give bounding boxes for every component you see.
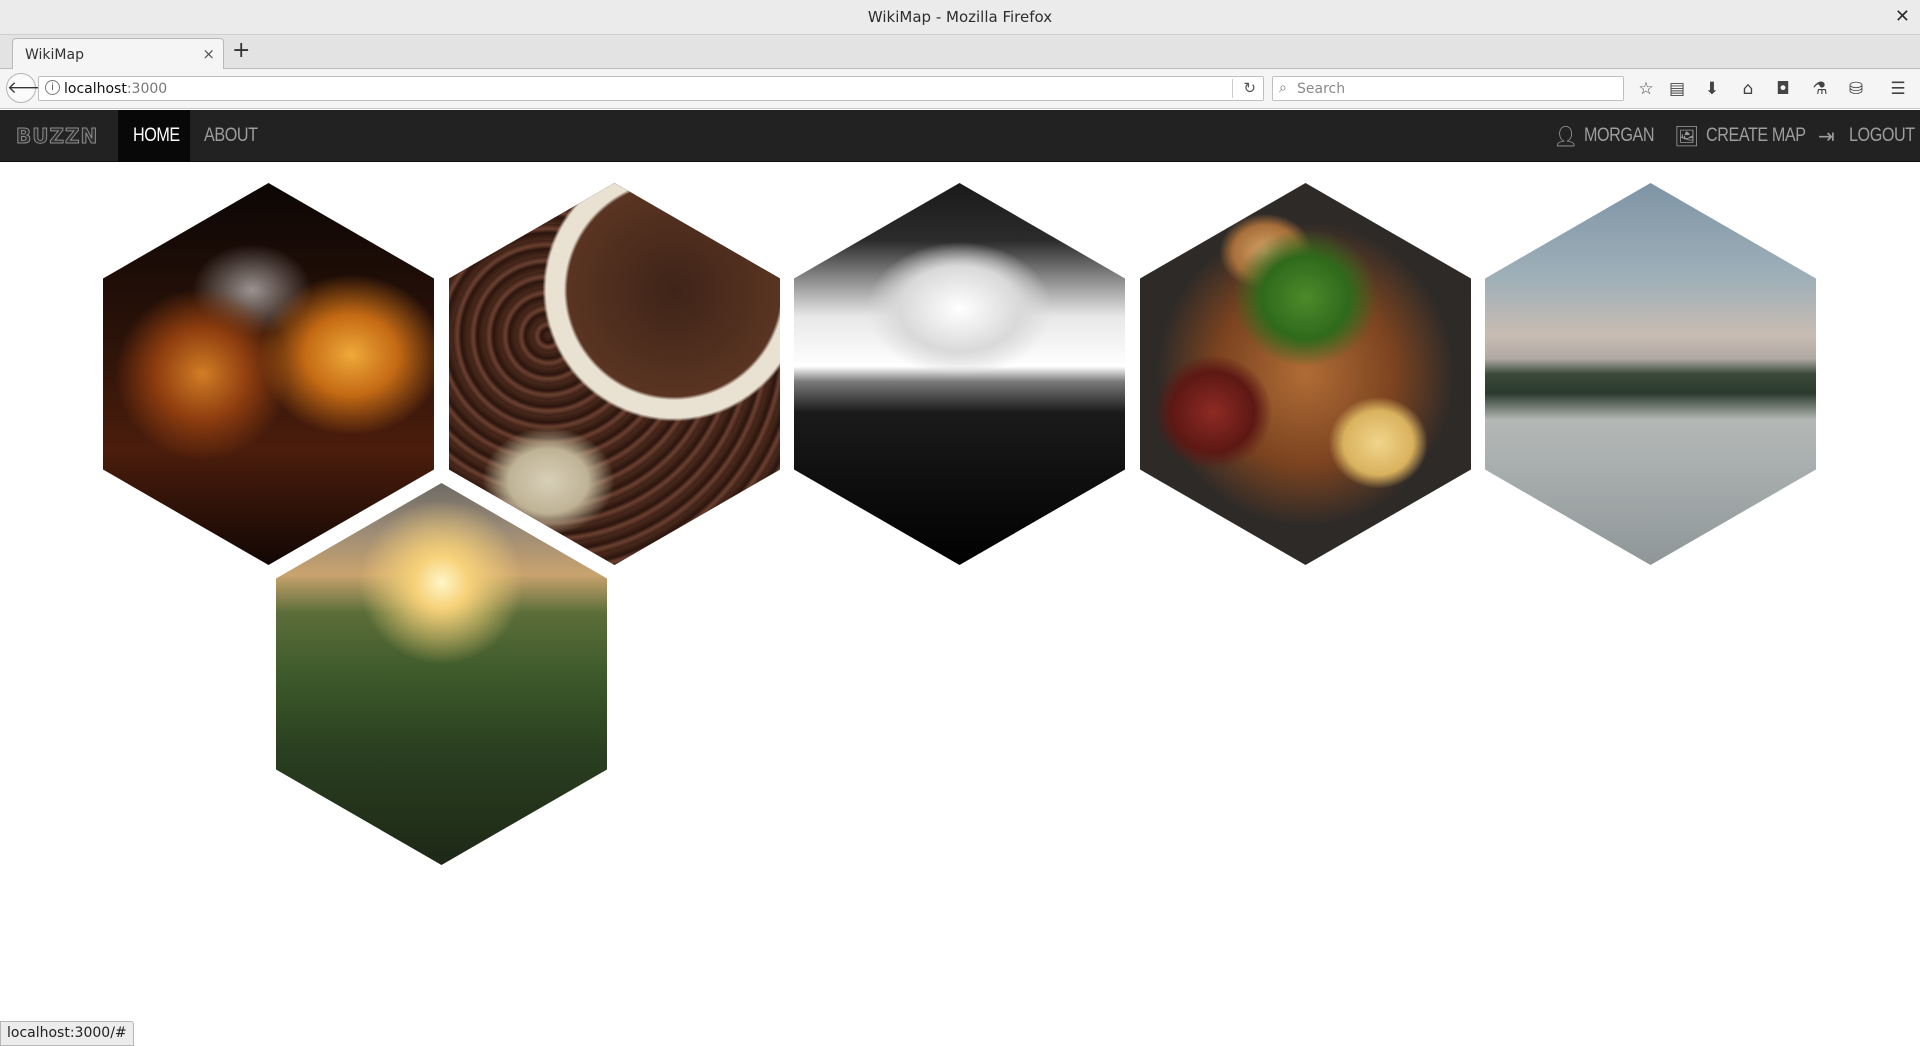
nav-home-link[interactable]: HOME xyxy=(133,125,180,147)
map-tile-beer[interactable] xyxy=(103,183,434,565)
url-text: localhost:3000 xyxy=(64,81,167,97)
new-tab-button[interactable]: + xyxy=(232,40,250,62)
url-separator xyxy=(1232,79,1233,98)
home-icon[interactable]: ⌂ xyxy=(1736,78,1760,100)
window-title: WikiMap - Mozilla Firefox xyxy=(867,8,1053,26)
sync-icon[interactable]: ⛁ xyxy=(1844,78,1868,100)
back-button[interactable]: 🡐 xyxy=(6,73,53,103)
extension-icon[interactable]: ⚗ xyxy=(1808,78,1832,100)
url-port: :3000 xyxy=(126,81,168,97)
search-bar[interactable]: ⌕ xyxy=(1272,76,1624,101)
nav-about-link[interactable]: ABOUT xyxy=(204,125,258,147)
address-bar[interactable]: i localhost:3000 ↻ xyxy=(38,76,1264,101)
nav-logout-link[interactable]: LOGOUT xyxy=(1849,125,1915,147)
tab-wikimap[interactable]: WikiMap × xyxy=(12,38,224,70)
status-bar-url: localhost:3000/# xyxy=(0,1021,134,1046)
logout-icon: ⇥ xyxy=(1818,124,1835,148)
tab-label: WikiMap xyxy=(25,47,84,63)
user-icon: 👤︎ xyxy=(1553,124,1579,148)
bookmark-star-icon[interactable]: ☆ xyxy=(1634,78,1658,100)
window-close-icon[interactable]: ✕ xyxy=(1895,6,1910,27)
map-tile-coffee[interactable] xyxy=(449,183,780,565)
map-tile-lake[interactable] xyxy=(1485,183,1816,565)
url-host: localhost xyxy=(64,81,127,97)
tab-strip: WikiMap × + xyxy=(0,35,1920,70)
image-icon: 🖼︎ xyxy=(1674,124,1700,148)
reload-icon[interactable]: ↻ xyxy=(1243,79,1256,97)
download-icon[interactable]: ⬇ xyxy=(1700,78,1724,100)
brand-logo[interactable]: BUZZN xyxy=(15,124,98,149)
app-navbar: BUZZN HOME ABOUT 👤︎ MORGAN 🖼︎ CREATE MAP… xyxy=(0,110,1920,162)
site-info-icon[interactable]: i xyxy=(45,80,60,95)
menu-icon[interactable]: ☰ xyxy=(1886,78,1910,100)
nav-create-map-link[interactable]: CREATE MAP xyxy=(1706,125,1806,147)
pocket-icon[interactable]: ◘ xyxy=(1771,78,1795,100)
map-tile-food[interactable] xyxy=(1140,183,1471,565)
browser-toolbar: 🡐 i localhost:3000 ↻ ⌕ ☆ ▤ ⬇ ⌂ ◘ ⚗ ⛁ ☰ xyxy=(0,69,1920,109)
tab-close-icon[interactable]: × xyxy=(202,45,215,63)
map-tile-hockey[interactable] xyxy=(794,183,1125,565)
map-tile-mountain[interactable] xyxy=(276,483,607,865)
search-icon: ⌕ xyxy=(1279,80,1287,96)
reading-list-icon[interactable]: ▤ xyxy=(1665,78,1689,100)
nav-user-link[interactable]: MORGAN xyxy=(1584,125,1655,147)
search-input[interactable] xyxy=(1297,79,1617,99)
window-titlebar: WikiMap - Mozilla Firefox ✕ xyxy=(0,0,1920,35)
